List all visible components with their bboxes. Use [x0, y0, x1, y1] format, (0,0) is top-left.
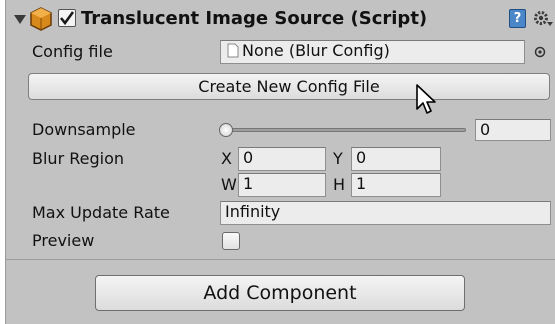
add-component-label: Add Component: [203, 282, 357, 304]
preview-label: Preview: [32, 231, 95, 250]
downsample-label: Downsample: [32, 120, 136, 139]
separator: [6, 259, 555, 260]
component-enabled-checkbox[interactable]: [58, 9, 76, 27]
blur-region-w-label: W: [221, 175, 237, 194]
blur-region-y-value: 0: [356, 148, 367, 167]
downsample-value-field[interactable]: 0: [475, 119, 551, 141]
blur-region-label: Blur Region: [32, 149, 124, 168]
blur-region-w-field[interactable]: 1: [238, 173, 326, 197]
component-header[interactable]: Translucent Image Source (Script) ?: [6, 6, 555, 32]
blur-region-h-label: H: [333, 175, 346, 194]
max-update-rate-value: Infinity: [225, 202, 281, 221]
gear-icon[interactable]: [532, 9, 554, 29]
component-title: Translucent Image Source (Script): [81, 8, 428, 29]
checkmark-icon: [59, 11, 75, 26]
blur-region-x-label: X: [221, 149, 232, 168]
inspector-panel: Translucent Image Source (Script) ? Conf…: [5, 0, 555, 324]
blur-region-y-label: Y: [333, 149, 343, 168]
config-file-label: Config file: [32, 42, 113, 61]
document-icon: [227, 43, 239, 58]
blur-region-h-value: 1: [356, 174, 367, 193]
max-update-rate-label: Max Update Rate: [32, 203, 170, 222]
blur-region-h-field[interactable]: 1: [351, 173, 441, 197]
downsample-value: 0: [480, 120, 491, 139]
add-component-button[interactable]: Add Component: [95, 275, 465, 311]
downsample-slider-thumb[interactable]: [219, 123, 233, 137]
mouse-cursor-icon: [416, 84, 436, 114]
help-book-icon[interactable]: ?: [509, 9, 526, 28]
foldout-arrow-icon[interactable]: [14, 15, 26, 25]
blur-region-y-field[interactable]: 0: [351, 147, 441, 171]
config-file-object-field[interactable]: None (Blur Config): [220, 40, 525, 64]
blur-region-x-field[interactable]: 0: [238, 147, 326, 171]
blur-region-x-value: 0: [243, 148, 254, 167]
config-file-value: None (Blur Config): [242, 41, 390, 60]
preview-checkbox[interactable]: [222, 232, 240, 250]
script-component-icon: [30, 7, 52, 31]
blur-region-w-value: 1: [243, 174, 254, 193]
downsample-slider-track[interactable]: [226, 128, 466, 132]
create-new-config-file-label: Create New Config File: [198, 77, 380, 96]
max-update-rate-field[interactable]: Infinity: [220, 201, 551, 225]
create-new-config-file-button[interactable]: Create New Config File: [28, 73, 550, 100]
object-picker-icon[interactable]: [534, 46, 546, 58]
